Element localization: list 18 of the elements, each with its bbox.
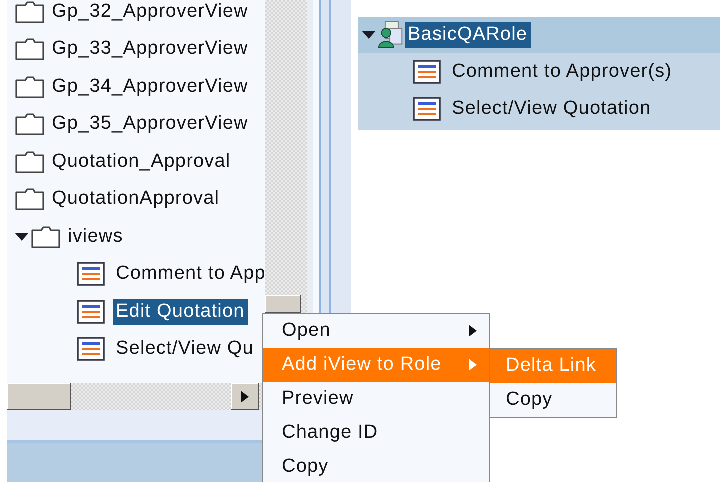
menu-item[interactable]: Change ID	[263, 416, 489, 450]
tree-item[interactable]: Select/View Quotation	[449, 96, 654, 122]
role-name[interactable]: BasicQARole	[405, 22, 531, 48]
menu-item[interactable]: Preview	[263, 382, 489, 416]
tree-item[interactable]: Select/View Qu	[113, 336, 257, 362]
tree-item[interactable]: Comment to App	[113, 261, 265, 288]
menu-item[interactable]: Copy	[490, 383, 616, 417]
tree-item[interactable]: Gp_32_ApproverView	[49, 0, 252, 25]
tree-item[interactable]: Comment to Approver(s)	[449, 58, 676, 84]
menu-item[interactable]: Copy	[263, 450, 489, 482]
tree-item[interactable]: Gp_34_ApproverView	[49, 74, 252, 100]
tree-item[interactable]: iviews	[65, 224, 126, 250]
tree-item[interactable]: QuotationApproval	[49, 186, 223, 212]
menu-item[interactable]: Open	[263, 314, 489, 348]
tree-item[interactable]: Edit Quotation	[113, 298, 248, 325]
tree-item[interactable]: Gp_33_ApproverView	[49, 36, 252, 62]
tree-item[interactable]: Gp_35_ApproverView	[49, 111, 252, 138]
tree-item[interactable]: Quotation_Approval	[49, 148, 234, 175]
